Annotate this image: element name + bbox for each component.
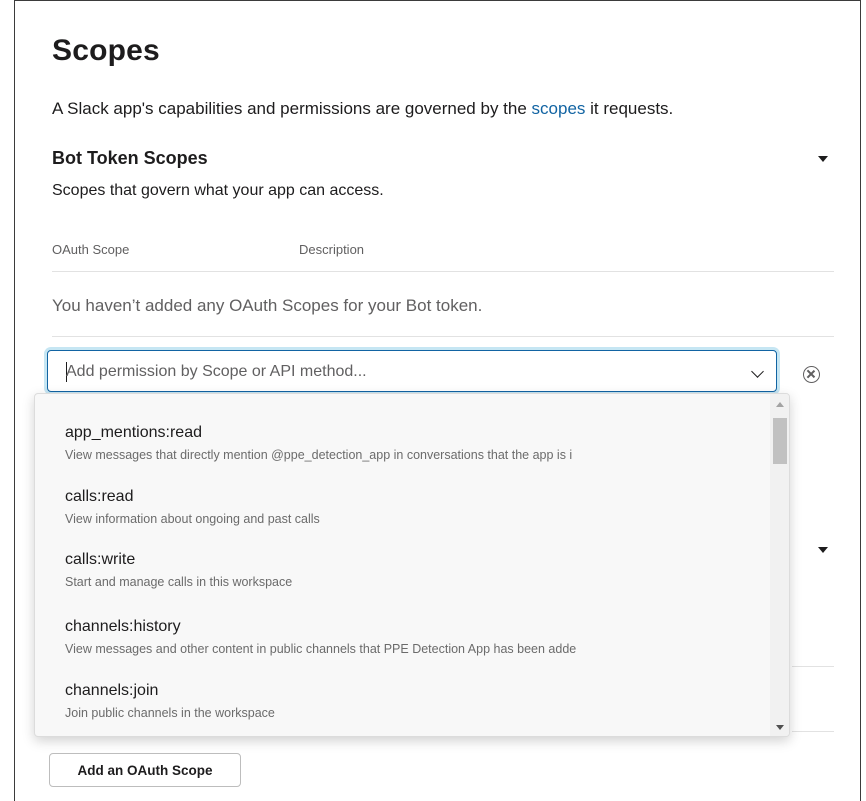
column-header-description: Description <box>299 242 365 257</box>
frame-border-right <box>860 0 861 801</box>
scope-option[interactable]: calls:read View information about ongoin… <box>65 488 765 526</box>
dropdown-scrollbar[interactable] <box>770 394 789 736</box>
close-circle-icon[interactable] <box>803 366 820 383</box>
scope-option-name: calls:write <box>65 551 136 568</box>
intro-text: A Slack app's capabilities and permissio… <box>52 99 673 119</box>
frame-border-top <box>14 0 861 1</box>
scope-option-description: View messages and other content in publi… <box>65 642 577 656</box>
frame-border-left <box>14 0 15 801</box>
table-divider <box>52 336 834 337</box>
table-divider <box>792 731 834 732</box>
intro-before: A Slack app's capabilities and permissio… <box>52 99 532 118</box>
page-title: Scopes <box>52 34 160 67</box>
scope-option-description: View information about ongoing and past … <box>65 512 320 526</box>
intro-after: it requests. <box>585 99 674 118</box>
scope-option[interactable]: channels:history View messages and other… <box>65 618 765 656</box>
empty-scopes-message: You haven’t added any OAuth Scopes for y… <box>52 296 483 315</box>
table-divider <box>52 271 834 272</box>
scope-option-description: View messages that directly mention @ppe… <box>65 448 573 462</box>
scopes-link[interactable]: scopes <box>532 99 586 118</box>
scope-option-description: Start and manage calls in this workspace <box>65 575 293 589</box>
bot-token-scopes-title: Bot Token Scopes <box>52 148 208 168</box>
scope-option[interactable]: calls:write Start and manage calls in th… <box>65 551 765 589</box>
scope-option-name: channels:join <box>65 682 159 699</box>
scope-option-description: Join public channels in the workspace <box>65 706 275 720</box>
column-header-oauth-scope: OAuth Scope <box>52 242 130 257</box>
scrollbar-thumb[interactable] <box>773 418 787 464</box>
scope-options-dropdown[interactable]: app_mentions:read View messages that dir… <box>34 393 790 737</box>
scope-search-placeholder[interactable]: Add permission by Scope or API method... <box>66 363 367 381</box>
add-oauth-scope-button[interactable]: Add an OAuth Scope <box>49 753 241 787</box>
scope-option[interactable]: channels:join Join public channels in th… <box>65 682 765 720</box>
scope-option[interactable]: app_mentions:read View messages that dir… <box>65 424 765 462</box>
scope-search-select[interactable]: Add permission by Scope or API method... <box>47 350 777 392</box>
scope-option-name: channels:history <box>65 618 181 635</box>
caret-down-icon[interactable] <box>818 156 828 162</box>
chevron-down-icon[interactable] <box>751 365 764 378</box>
caret-down-icon[interactable] <box>818 547 828 553</box>
bot-token-scopes-subtitle: Scopes that govern what your app can acc… <box>52 182 384 199</box>
table-divider <box>792 666 834 667</box>
scroll-up-arrow-icon[interactable] <box>776 402 784 407</box>
scope-option-name: calls:read <box>65 488 134 505</box>
scope-option-name: app_mentions:read <box>65 424 202 441</box>
scroll-down-arrow-icon[interactable] <box>776 725 784 730</box>
